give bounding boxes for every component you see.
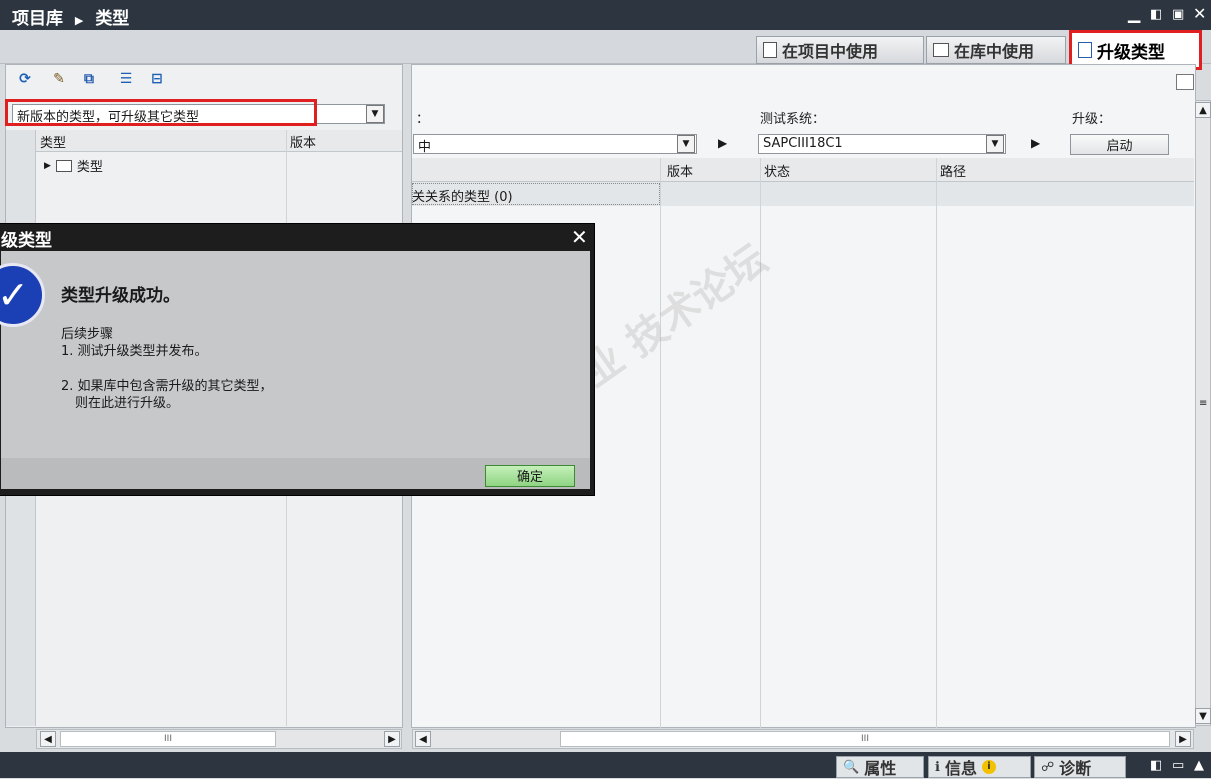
next-step-1: 1. 测试升级类型并发布。 [61,344,208,359]
start-button-label: 启动 [1106,139,1133,154]
tab-label: 信息 [944,759,977,778]
tab-diagnostics[interactable]: ☍ 诊断 [1034,756,1126,778]
right-grid-header: 版本 状态 路径 [412,158,1194,182]
tree-item-types[interactable]: ▶ 类型 [44,156,103,175]
library-dropdown-button[interactable]: ▼ [677,135,695,153]
maximize-icon[interactable]: ▣ [1172,7,1184,22]
info-icon: ℹ [935,759,940,775]
select-label: ： [416,112,430,127]
scroll-right-icon[interactable]: ▶ [384,731,400,747]
test-system-dropdown-button[interactable]: ▼ [986,135,1004,153]
float-panel-icon[interactable]: ◧ [1150,758,1162,773]
breadcrumb-separator-icon: ▶ [74,14,84,27]
breadcrumb-current: 类型 [95,9,130,29]
tab-info[interactable]: ℹ 信息 i [928,756,1031,778]
title-bar: 项目库 ▶ 类型 ▁ ◧ ▣ ✕ [0,0,1211,30]
breadcrumb: 项目库 ▶ 类型 [12,4,129,29]
filter-dropdown-button[interactable]: ▼ [366,105,384,123]
column-header-status[interactable]: 状态 [764,161,790,180]
edit-icon[interactable]: ✎ [50,70,68,88]
ok-button-label: 确定 [516,470,543,485]
vertical-scroll-grip-icon[interactable]: ≡ [1199,398,1207,409]
tree-expand-icon[interactable]: ▶ [44,161,51,171]
left-scroll-thumb[interactable]: III [60,731,276,747]
test-system-select[interactable]: SAPCIII18C1 [758,134,1006,154]
scroll-grip: III [164,734,172,744]
library-compare-icon[interactable]: ⧉ [80,70,98,88]
tab-use-in-library[interactable]: 在库中使用 [926,36,1066,64]
column-header-version[interactable]: 版本 [290,132,316,151]
dialog-message: 类型升级成功。 [61,286,180,306]
diagnostics-icon: ☍ [1041,759,1055,775]
tab-use-in-project[interactable]: 在项目中使用 [756,36,924,64]
library-select-value: 中 [418,140,432,154]
ok-button[interactable]: 确定 [485,465,575,487]
tab-label: 属性 [864,759,897,778]
panel-options-icon[interactable] [1176,74,1194,90]
test-system-value: SAPCIII18C1 [763,136,843,151]
library-select[interactable]: 中 [413,134,697,154]
left-grid-header: 类型 版本 [36,130,402,152]
dialog-close-icon[interactable]: ✕ [571,225,588,249]
right-scroll-thumb[interactable]: III [560,731,1170,747]
scroll-left-icon[interactable]: ◀ [40,731,56,747]
close-icon[interactable]: ✕ [1193,4,1206,23]
upgrade-icon [1078,42,1092,58]
column-header-type[interactable]: 类型 [40,132,66,151]
tab-label: 升级类型 [1097,42,1165,63]
right-col-divider [760,158,761,728]
tab-label: 诊断 [1059,759,1092,778]
warning-badge-icon: i [981,760,996,774]
upgrade-label: 升级： [1072,112,1112,127]
right-vertical-scrollbar[interactable] [1195,100,1211,726]
dialog-title: 级类型 [1,231,52,251]
folder-icon [55,159,72,172]
scroll-down-icon[interactable]: ▼ [1195,708,1211,724]
document-icon [763,42,777,58]
scroll-up-icon[interactable]: ▲ [1195,102,1211,118]
scroll-grip: III [861,734,869,744]
library-icon [933,43,949,57]
collapse-all-icon[interactable]: ⊟ [148,70,166,88]
table-row[interactable]: 关关系的类型 (0) [412,182,1194,206]
tab-label: 在库中使用 [954,42,1035,61]
tab-label: 在项目中使用 [782,42,879,61]
start-button[interactable]: 启动 [1070,134,1169,155]
expand-all-icon[interactable]: ☰ [117,70,135,88]
column-header-version[interactable]: 版本 [667,161,693,180]
expand-panel-icon[interactable]: ▲ [1194,758,1204,773]
scroll-right-icon[interactable]: ▶ [1175,731,1191,747]
float-window-icon[interactable]: ◧ [1150,7,1162,22]
scroll-left-icon[interactable]: ◀ [415,731,431,747]
right-col-divider [660,158,661,728]
column-header-path[interactable]: 路径 [940,161,966,180]
arrow-right-icon: ▶ [718,136,728,150]
filter-highlight [5,99,317,126]
upgrade-result-dialog: 级类型 ✕ ✓ 类型升级成功。 后续步骤 1. 测试升级类型并发布。 2. 如果… [0,223,595,496]
dialog-body: ✓ 类型升级成功。 后续步骤 1. 测试升级类型并发布。 2. 如果库中包含需升… [0,251,590,458]
minimize-icon[interactable]: ▁ [1128,4,1140,23]
properties-icon: 🔍 [843,759,860,775]
tree-item-label: 类型 [76,160,103,175]
refresh-icon[interactable]: ⟳ [16,70,34,88]
success-check-icon: ✓ [0,263,45,327]
next-step-2-cont: 则在此进行升级。 [75,396,180,411]
cell-focus [412,183,660,205]
tab-properties[interactable]: 🔍 属性 [836,756,924,778]
arrow-right-icon: ▶ [1031,136,1041,150]
test-system-label: 测试系统： [760,112,826,127]
minimize-panel-icon[interactable]: ▭ [1172,758,1184,773]
breadcrumb-root[interactable]: 项目库 [12,9,63,29]
dialog-footer: 确定 [1,458,590,489]
right-col-divider [936,158,937,728]
